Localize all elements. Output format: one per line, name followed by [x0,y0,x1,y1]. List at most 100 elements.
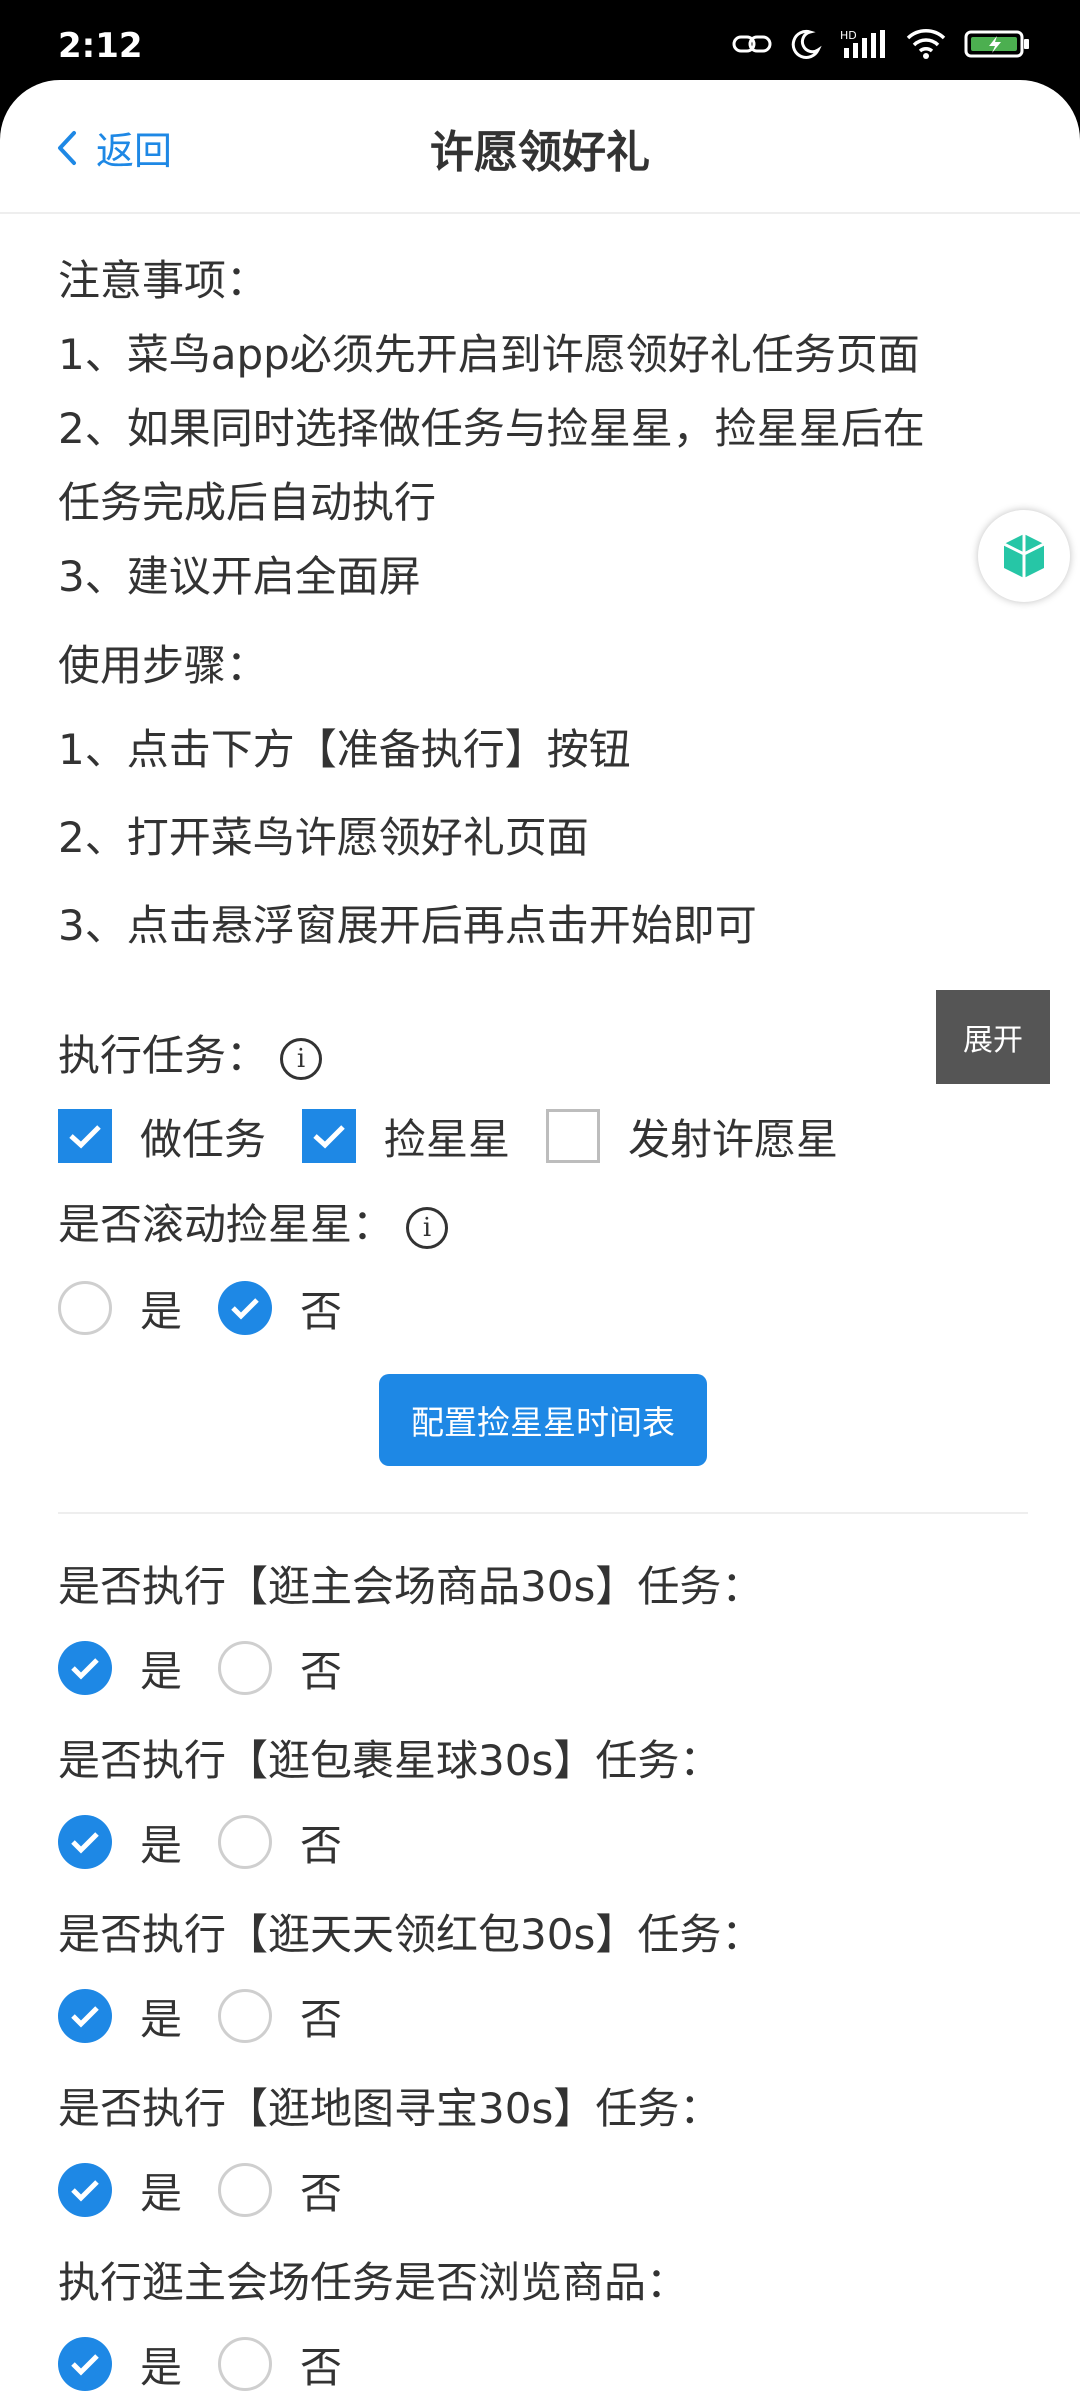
signal-icon: HD [840,28,888,64]
note-item: 2、如果同时选择做任务与捡星星，捡星星后在 [58,404,925,453]
radio-group: 是 否 [58,2150,1028,2230]
page-title: 许愿领好礼 [430,127,650,178]
radio-button-checked[interactable] [58,2163,112,2217]
app-sheet: 返回 许愿领好礼 注意事项： 1、菜鸟app必须先开启到许愿领好礼任务页面 2、… [0,80,1080,2400]
radio-button-checked[interactable] [58,1989,112,2043]
info-icon[interactable]: i [280,1037,323,1080]
link-icon [732,29,772,63]
radio-label: 否 [300,1994,343,2044]
checkmark-icon [71,1832,99,1854]
notes-title: 注意事项： [58,256,269,305]
note-item: 1、菜鸟app必须先开启到许愿领好礼任务页面 [58,330,920,379]
checkbox-checked[interactable] [58,1109,112,1163]
checkbox-unchecked[interactable] [546,1109,601,1163]
step-item: 2、打开菜鸟许愿领好礼页面 [58,813,589,862]
task-option-launch-wish-star[interactable]: 发射许愿星 [546,1106,838,1167]
tasks-section: 执行任务： i 做任务 捡星星 发射许愿星 [58,1016,1028,1176]
question-group: 是否执行【逛主会场商品30s】任务： 是 否 [58,1546,1028,1708]
notes-section: 注意事项： 1、菜鸟app必须先开启到许愿领好礼任务页面 2、如果同时选择做任务… [58,212,1028,614]
tasks-label-row: 执行任务： i [58,1016,1028,1096]
info-icon[interactable]: i [406,1206,449,1249]
tasks-options: 做任务 捡星星 发射许愿星 [58,1096,1028,1176]
task-option-do-tasks[interactable]: 做任务 [58,1106,266,1167]
question-label: 是否执行【逛主会场商品30s】任务： [58,1562,764,1611]
status-time: 2:12 [58,26,143,66]
radio-yes[interactable]: 是 [58,1986,182,2047]
radio-no[interactable]: 否 [218,2160,342,2221]
wifi-icon [906,28,946,64]
checkmark-icon [231,1298,259,1320]
radio-no[interactable]: 否 [218,2334,342,2395]
question-label: 是否执行【逛地图寻宝30s】任务： [58,2084,722,2133]
question-group: 是否执行【逛包裹星球30s】任务： 是 否 [58,1720,1028,1882]
checkmark-icon [69,1125,101,1149]
checkmark-icon [71,2354,99,2376]
tasks-label: 执行任务： [58,1031,269,1080]
radio-group: 是 否 [58,1802,1028,1882]
radio-label: 否 [300,1646,343,1696]
checkbox-label: 做任务 [140,1114,267,1164]
scroll-stars-label: 是否滚动捡星星： [58,1200,395,1249]
radio-label: 是 [140,2168,183,2218]
radio-no[interactable]: 否 [218,1638,342,1699]
radio-label: 否 [300,2168,343,2218]
radio-button-unchecked[interactable] [218,1641,273,1695]
radio-label: 是 [140,1820,183,1870]
steps-section: 使用步骤： 1、点击下方【准备执行】按钮 2、打开菜鸟许愿领好礼页面 3、点击悬… [58,626,1028,970]
checkbox-checked[interactable] [302,1109,357,1163]
cube-icon [1003,534,1045,578]
radio-group: 是 否 [58,1628,1028,1708]
note-item: 3、建议开启全面屏 [58,552,421,601]
checkmark-icon [71,2006,99,2028]
floating-assistant-ball[interactable] [978,510,1070,602]
radio-yes[interactable]: 是 [58,2334,182,2395]
radio-yes[interactable]: 是 [58,1278,182,1339]
question-label: 执行逛主会场任务是否浏览商品： [58,2258,689,2307]
radio-button-checked[interactable] [218,1281,273,1335]
radio-yes[interactable]: 是 [58,1638,182,1699]
checkbox-label: 发射许愿星 [628,1114,839,1164]
radio-label: 否 [300,1286,343,1336]
battery-icon [964,28,1030,64]
question-label: 是否执行【逛包裹星球30s】任务： [58,1736,722,1785]
radio-label: 是 [140,1646,183,1696]
checkbox-label: 捡星星 [384,1114,511,1164]
radio-no[interactable]: 否 [218,1812,342,1873]
task-option-collect-stars[interactable]: 捡星星 [302,1106,510,1167]
radio-group: 是 否 [58,2324,1028,2400]
radio-button-unchecked[interactable] [218,1989,273,2043]
nav-bar: 返回 许愿领好礼 [0,80,1080,214]
radio-button-checked[interactable] [58,1641,112,1695]
steps-title: 使用步骤： [58,641,269,690]
radio-label: 是 [140,1286,183,1336]
note-item: 任务完成后自动执行 [58,478,437,527]
checkmark-icon [71,2180,99,2202]
radio-button-checked[interactable] [58,2337,112,2391]
question-group: 执行逛主会场任务是否浏览商品： 是 否 [58,2242,1028,2400]
radio-button-checked[interactable] [58,1815,112,1869]
expand-float-button[interactable]: 展开 [936,990,1050,1084]
radio-button-unchecked[interactable] [58,1281,112,1335]
radio-no[interactable]: 否 [218,1278,342,1339]
status-icons: HD [732,28,1030,64]
radio-no[interactable]: 否 [218,1986,342,2047]
radio-button-unchecked[interactable] [218,2163,273,2217]
radio-label: 是 [140,1994,183,2044]
radio-yes[interactable]: 是 [58,2160,182,2221]
radio-group: 是 否 [58,1976,1028,2056]
question-group: 是否执行【逛地图寻宝30s】任务： 是 否 [58,2068,1028,2230]
radio-button-unchecked[interactable] [218,2337,273,2391]
checkmark-icon [71,1658,99,1680]
question-group: 是否执行【逛天天领红包30s】任务： 是 否 [58,1894,1028,2056]
scroll-stars-section: 是否滚动捡星星： i 是 否 [58,1182,1028,1348]
configure-schedule-button[interactable]: 配置捡星星时间表 [379,1374,707,1466]
moon-icon [790,28,822,64]
radio-button-unchecked[interactable] [218,1815,273,1869]
radio-label: 否 [300,1820,343,1870]
divider [58,1512,1028,1514]
radio-label: 否 [300,2342,343,2392]
step-item: 1、点击下方【准备执行】按钮 [58,725,631,774]
scroll-stars-radio-group: 是 否 [58,1268,1028,1348]
radio-yes[interactable]: 是 [58,1812,182,1873]
svg-text:HD: HD [840,29,857,42]
